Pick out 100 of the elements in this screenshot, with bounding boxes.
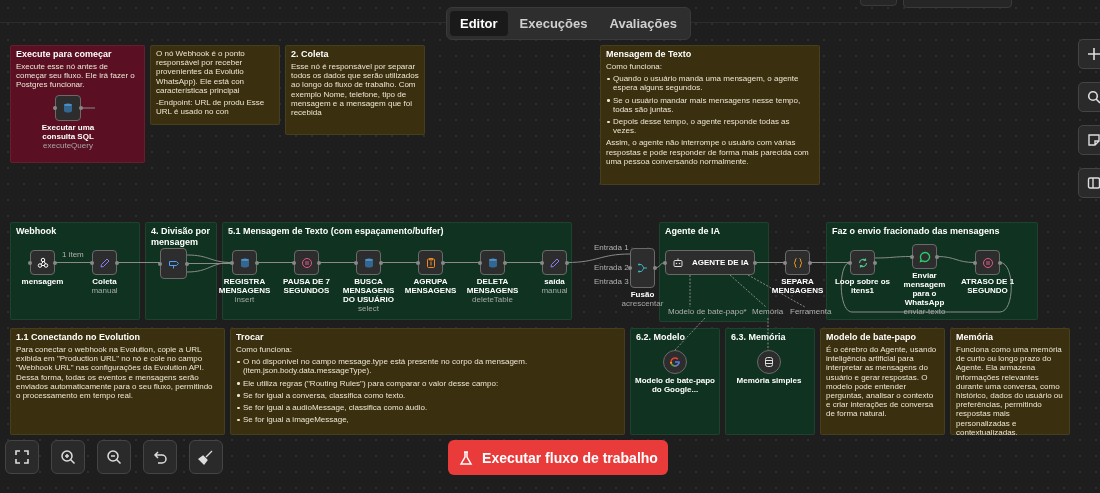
note-title: 2. Coleta (291, 49, 330, 60)
node-subtitle: manual (91, 286, 118, 295)
sticky-note-icon (1087, 133, 1100, 147)
panel-icon (1087, 176, 1100, 190)
workflow-node[interactable] (850, 250, 875, 275)
undo-button[interactable] (143, 440, 177, 474)
note-title: Memória (956, 332, 994, 343)
connector-line (80, 107, 96, 109)
view-tab[interactable]: Execuções (509, 11, 598, 36)
note-text: Funciona como uma memória de curto ou longo prazo do Agente. Ela armazena informações relevantes durante uma conversa, como histórico, dados do usuário ou preferências, permitindo respostas mais personalizadas e contextualizadas. (956, 345, 1064, 438)
note-title: 4. Divisão por mensagem (151, 226, 211, 248)
connector-line (116, 262, 161, 263)
port-label: Ferramenta (790, 308, 832, 316)
workflow-node[interactable] (542, 250, 567, 275)
note-text: É o cérebro do Agente, usando inteligência artificial para interpretar as mensagens do usuário e gerar respostas. O modelo pode entender perguntas, analisar o contexto e criar interações de conversa de forma natural. (826, 345, 938, 419)
node-label: Coleta (92, 277, 117, 286)
pause-icon (981, 256, 994, 269)
node-label: AGENTE DE IA (692, 258, 749, 267)
note-title: Trocar (236, 332, 265, 343)
port-label: Entrada 1 (594, 244, 629, 252)
undo-icon (152, 449, 168, 465)
merge-icon (636, 262, 649, 274)
broom-icon (198, 449, 214, 465)
database-icon (763, 356, 775, 368)
view-tab[interactable]: Avaliações (599, 11, 687, 36)
workflow-node[interactable] (975, 250, 1000, 275)
note-title: Webhook (16, 226, 58, 237)
chat-bubble-icon (918, 250, 931, 263)
workflow-node[interactable] (232, 250, 257, 275)
port-label: Entrada 2 (594, 264, 629, 272)
connector-line (442, 262, 481, 263)
node-label: saída (544, 277, 565, 286)
note-text: Esse nó é responsável por separar todos os dados que serão utilizados ao longo do fluxo de trabalho. Com exemplo Nome, telefone, tipo de mensagem e a mensagem que foi recebida (291, 62, 419, 118)
workflow-node[interactable] (356, 250, 381, 275)
workflow-node[interactable] (630, 248, 655, 288)
workflow-node[interactable] (480, 250, 505, 275)
node-label: Modelo de bate-papo do Google... (634, 376, 716, 394)
workflow-node[interactable] (160, 248, 187, 279)
webhook-icon (36, 256, 49, 269)
note-text: Execute esse nó antes de começar seu fluxo. Ele irá fazer o Postgres funcionar. (16, 62, 136, 90)
zoom-out-button[interactable] (97, 440, 131, 474)
bullet-text: Se for igual a conversa, classifica como texto. (236, 390, 619, 400)
note-title: Modelo de bate-papo (826, 332, 917, 343)
bullet-text: Quando o usuário manda uma mensagem, o agente espera alguns segundos. (606, 74, 814, 93)
connector-line (504, 262, 543, 263)
node-label: BUSCA MENSAGENS DO USUÁRIO (341, 277, 396, 304)
workflow-node[interactable] (30, 250, 55, 275)
database-icon (238, 256, 251, 269)
port-label: Entrada 3 (594, 278, 629, 286)
note-title: Faz o envio fracionado das mensagens (832, 226, 1001, 237)
workflow-node[interactable] (55, 95, 81, 121)
workflow-node[interactable] (785, 250, 810, 275)
robot-icon (672, 256, 684, 269)
bullet-text: Ele utiliza regras ("Routing Rules") para comparar o valor desse campo: (236, 378, 619, 388)
node-label: Fusão (630, 290, 655, 299)
database-icon (486, 256, 499, 269)
node-label: PAUSA DE 7 SEGUNDOS (281, 277, 332, 295)
flask-icon (458, 449, 475, 466)
workflow-node[interactable] (912, 244, 937, 269)
workflow-node[interactable] (418, 250, 443, 275)
pause-icon (300, 256, 313, 269)
pencil-icon (98, 256, 111, 269)
search-icon (1087, 90, 1100, 104)
note-text: -Endpoint: URL de produ Esse URL é usado no con (156, 98, 266, 117)
note-title: 1.1 Conectando no Evolution (16, 332, 141, 343)
workflow-node[interactable] (294, 250, 319, 275)
connector-line (689, 274, 691, 308)
bullet-text: Se for igual a audioMessage, classifica como áudio. (236, 403, 619, 413)
note-title: Mensagem de Texto (606, 49, 693, 60)
refresh-icon (856, 256, 869, 269)
note-title: 6.2. Modelo (636, 332, 686, 343)
workflow-node[interactable] (92, 250, 117, 275)
zoom-in-icon (60, 449, 76, 465)
node-label: mensagem (21, 277, 64, 286)
database-icon (62, 102, 74, 114)
workflow-node[interactable]: AGENTE DE IA (665, 250, 755, 275)
port-label: 1 item (62, 251, 84, 259)
node-label: REGISTRA MENSAGENS (217, 277, 272, 295)
connector-line (54, 262, 93, 263)
node-label: SEPARA MENSAGENS (770, 277, 825, 295)
bullet-text: Se for igual a imageMessage, (236, 415, 619, 425)
node-subtitle: executeQuery (43, 141, 93, 150)
zoom-in-button[interactable] (51, 440, 85, 474)
clipboard-icon (424, 256, 437, 269)
view-tab[interactable]: Editor (450, 11, 508, 36)
connector-line (256, 262, 295, 263)
node-label: ATRASO DE 1 SEGUNDO (959, 277, 1016, 295)
note-title: 6.3. Memória (731, 332, 787, 343)
fit-view-button[interactable] (5, 440, 39, 474)
node-label: Memória simples (736, 376, 802, 385)
node-subtitle: enviar-texto (903, 307, 946, 316)
note-title: Execute para começar (16, 49, 113, 60)
note-title: 5.1 Mensagem de Texto (com espaçamento/buffer) (228, 226, 445, 237)
zoom-out-icon (106, 449, 122, 465)
tidy-up-button[interactable] (189, 440, 223, 474)
node-label: AGRUPA MENSAGENS (403, 277, 458, 295)
note-text: Como funciona: (606, 62, 664, 72)
port-label: Modelo de bate-papo* (668, 308, 747, 316)
run-workflow-button[interactable]: Executar fluxo de trabalho (448, 440, 668, 475)
fit-view-icon (14, 449, 30, 465)
